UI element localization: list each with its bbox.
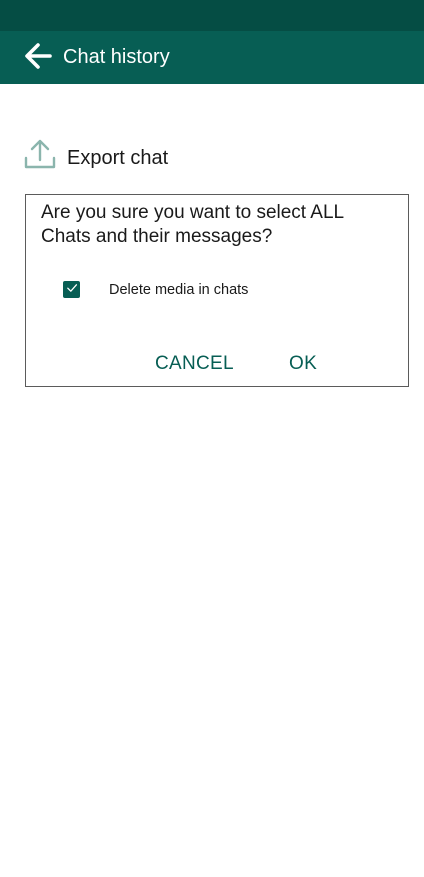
status-bar (0, 0, 424, 31)
app-bar: Chat history (0, 31, 424, 84)
delete-media-option[interactable]: Delete media in chats (63, 280, 383, 298)
dialog-message: Are you sure you want to select ALL Chat… (41, 202, 344, 247)
checkmark-icon (66, 281, 78, 299)
delete-media-label: Delete media in chats (109, 282, 249, 298)
delete-media-checkbox[interactable] (63, 281, 80, 298)
cancel-button[interactable]: CANCEL (155, 352, 234, 376)
back-button[interactable] (22, 42, 54, 74)
upload-icon (24, 138, 56, 170)
page-title: Chat history (63, 46, 170, 68)
ok-button[interactable]: OK (289, 352, 317, 376)
confirm-dialog: Are you sure you want to select ALL Chat… (25, 194, 409, 387)
export-chat-item[interactable]: Export chat (24, 138, 324, 172)
arrow-left-icon (23, 41, 53, 76)
export-chat-label: Export chat (67, 147, 169, 169)
